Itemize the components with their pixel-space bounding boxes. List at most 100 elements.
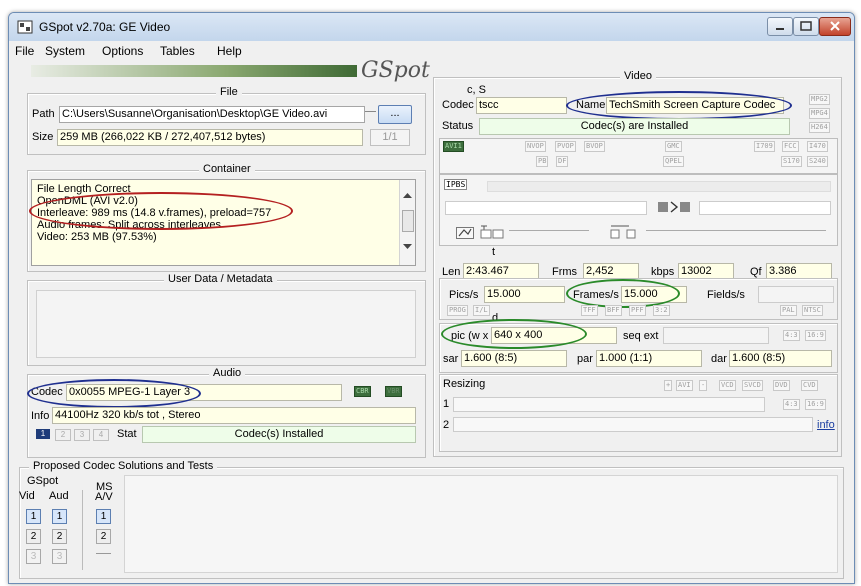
tag-i470: I470	[807, 141, 828, 152]
proposed-group-title: Proposed Codec Solutions and Tests	[29, 460, 218, 472]
audio-group-title: Audio	[209, 367, 246, 379]
video-status-label: Status	[442, 120, 474, 132]
aud-solution-3[interactable]: 3	[52, 549, 67, 564]
par-label: par	[577, 353, 593, 365]
blue-annotation-oval-audio	[27, 379, 201, 408]
resize-avi[interactable]: AVI	[676, 380, 693, 391]
resize-minus[interactable]: -	[699, 380, 708, 391]
av-solution-3-dash	[96, 553, 111, 554]
tag-pal: PAL	[780, 305, 797, 316]
tag-tff: TFF	[581, 305, 598, 316]
browse-button[interactable]: ...	[378, 105, 412, 124]
userdata-area[interactable]	[36, 290, 416, 358]
container-scrollbar[interactable]	[399, 180, 415, 265]
resize-svcd[interactable]: SVCD	[742, 380, 763, 391]
seqext-field	[663, 327, 769, 344]
container-line: File Length Correct	[37, 183, 131, 195]
pics-label: Pics/s	[449, 289, 479, 301]
resize-aspect-43: 4:3	[783, 399, 800, 410]
seek-line-left	[509, 230, 589, 231]
info-link[interactable]: info	[817, 419, 835, 431]
resize-cvd[interactable]: CVD	[801, 380, 818, 391]
tag-prog: PROG	[447, 305, 468, 316]
tag-gmc: GMC	[665, 141, 682, 152]
resize-row-2-label: 2	[443, 419, 450, 431]
menu-file[interactable]: File	[15, 44, 34, 58]
menu-system[interactable]: System	[45, 44, 85, 58]
path-field[interactable]: C:\Users\Susanne\Organisation\Desktop\GE…	[59, 106, 365, 123]
resize-vcd[interactable]: VCD	[719, 380, 736, 391]
aud-solution-1[interactable]: 1	[52, 509, 67, 524]
fields-field	[758, 286, 834, 303]
feature-tag-area	[439, 138, 838, 174]
cbr-indicator: CBR	[354, 386, 371, 397]
menu-options[interactable]: Options	[102, 44, 143, 58]
gspot-logo: GSpot	[361, 58, 430, 83]
vid-solution-1[interactable]: 1	[26, 509, 41, 524]
green-annotation-oval-pic	[441, 319, 587, 349]
tag-i709: I709	[754, 141, 775, 152]
audio-stream-4[interactable]: 4	[93, 429, 109, 441]
page-counter[interactable]: 1/1	[370, 129, 410, 146]
audio-stream-1[interactable]: 1	[36, 429, 50, 439]
audio-stream-2[interactable]: 2	[55, 429, 71, 441]
file-group-title: File	[216, 86, 242, 98]
par-field: 1.000 (1:1)	[596, 350, 702, 367]
frms-label: Frms	[552, 266, 578, 278]
resize-dvd[interactable]: DVD	[773, 380, 790, 391]
window-title: GSpot v2.70a: GE Video	[39, 20, 171, 34]
frame-strip-left	[445, 201, 647, 215]
video-codec-field: tscc	[476, 97, 567, 114]
container-group-title: Container	[199, 163, 255, 175]
tag-avi1: AVI1	[443, 141, 464, 152]
resize-aspect-169: 16:9	[805, 399, 826, 410]
frame-strip-right	[699, 201, 831, 215]
av-solution-2[interactable]: 2	[96, 529, 111, 544]
size-field: 259 MB (266,022 KB / 272,407,512 bytes)	[57, 129, 363, 146]
vid-solution-2[interactable]: 2	[26, 529, 41, 544]
tag-h264: H264	[809, 122, 830, 133]
vid-col-label: Vid	[19, 490, 35, 502]
gspot-col-label: GSpot	[27, 475, 59, 487]
av-col-label: A/V	[95, 491, 113, 503]
close-icon	[830, 21, 840, 31]
kbps-label: kbps	[651, 266, 675, 278]
video-group-title: Video	[620, 70, 656, 82]
tag-32: 3:2	[653, 305, 670, 316]
scroll-down-icon[interactable]	[403, 244, 412, 250]
video-codec-label: Codec	[442, 99, 474, 111]
title-bar: GSpot v2.70a: GE Video	[9, 13, 854, 41]
proposed-divider	[82, 490, 83, 570]
aud-col-label: Aud	[49, 490, 69, 502]
app-icon	[17, 20, 33, 34]
tag-bff: BFF	[605, 305, 622, 316]
frame-seek-left-icon[interactable]	[479, 224, 507, 239]
frame-type-s: S	[460, 180, 466, 189]
qf-label: Qf	[750, 266, 762, 278]
close-button[interactable]	[819, 17, 851, 36]
tag-ntsc: NTSC	[802, 305, 823, 316]
frame-type-track	[487, 181, 831, 192]
av-solution-1[interactable]: 1	[96, 509, 111, 524]
tag-bvop: BVOP	[584, 141, 605, 152]
menu-tables[interactable]: Tables	[160, 44, 195, 58]
scroll-up-icon[interactable]	[403, 193, 412, 199]
vid-solution-3[interactable]: 3	[26, 549, 41, 564]
aud-solution-2[interactable]: 2	[52, 529, 67, 544]
tag-fcc: FCC	[782, 141, 799, 152]
proposed-solutions-area[interactable]	[124, 475, 838, 573]
chart-toggle-icon[interactable]	[456, 227, 474, 239]
minimize-button[interactable]	[767, 17, 793, 36]
tag-mpg4: MPG4	[809, 108, 830, 119]
container-line: Video: 253 MB (97.53%)	[37, 231, 157, 243]
tag-il: I/L	[473, 305, 490, 316]
menu-help[interactable]: Help	[217, 44, 242, 58]
audio-info-field: 44100Hz 320 kb/s tot , Stereo	[52, 407, 416, 424]
audio-stream-3[interactable]: 3	[74, 429, 90, 441]
frame-seek-right-icon[interactable]	[609, 224, 643, 239]
resize-plus[interactable]: +	[664, 380, 673, 391]
maximize-button[interactable]	[793, 17, 819, 36]
scroll-thumb[interactable]	[402, 210, 414, 232]
resize-row-1-field	[453, 397, 765, 412]
size-label: Size	[32, 131, 54, 143]
